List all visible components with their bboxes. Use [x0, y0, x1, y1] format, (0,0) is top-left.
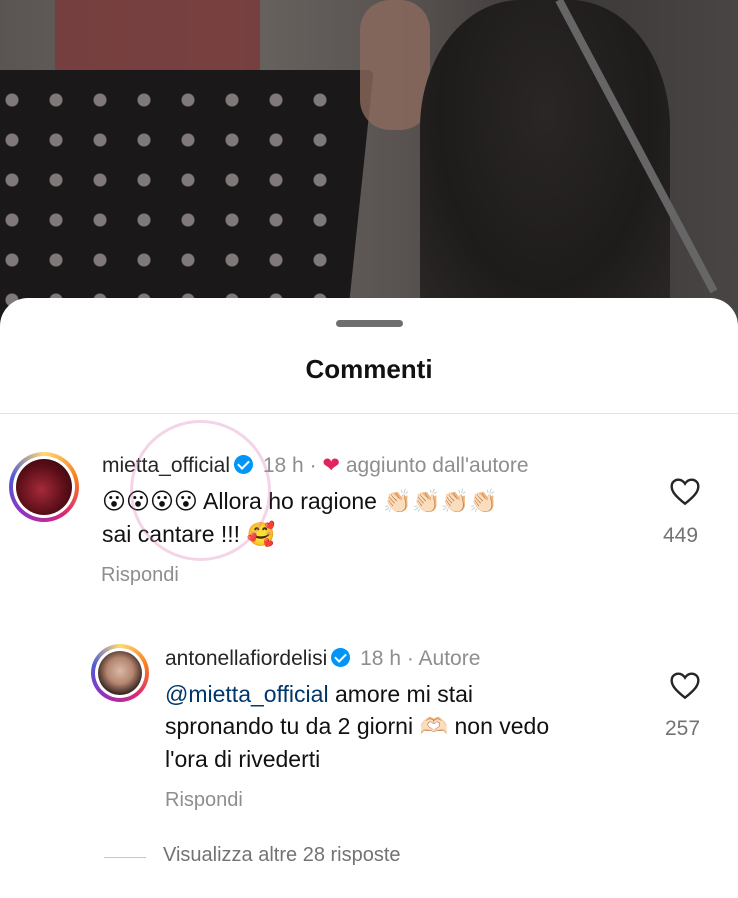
like-button[interactable]	[665, 476, 705, 506]
heart-icon	[670, 672, 700, 700]
replies-divider	[104, 857, 146, 858]
sheet-drag-handle[interactable]	[336, 320, 403, 327]
comment-text: @mietta_official amore mi stai spronando…	[165, 678, 645, 775]
music-stand-holes	[0, 80, 350, 310]
comment-meta: antonellafiordelisi 18 h · Autore	[165, 647, 481, 670]
avatar[interactable]	[91, 644, 149, 702]
reply-button[interactable]: Rispondi	[101, 564, 179, 587]
reply-button[interactable]: Rispondi	[165, 789, 243, 812]
comments-sheet: Commenti mietta_official 18 h · ❤ aggiun…	[0, 298, 738, 898]
heart-icon	[670, 478, 700, 506]
author-label: Autore	[418, 647, 481, 670]
divider	[0, 413, 738, 414]
view-more-replies-button[interactable]: Visualizza altre 28 risposte	[163, 844, 401, 867]
verified-icon	[331, 648, 351, 667]
background-photo	[0, 0, 738, 320]
comment-text-line3: l'ora di rivederti	[165, 746, 321, 772]
like-count: 257	[665, 717, 701, 740]
username-link[interactable]: antonellafiordelisi	[165, 647, 327, 670]
author-heart-icon: ❤	[322, 453, 341, 477]
photo-arm	[360, 0, 430, 130]
comment-text-line1: amore mi stai	[334, 681, 473, 707]
clap-emoji: 👏🏻👏🏻👏🏻👏🏻	[383, 489, 498, 515]
avatar[interactable]	[9, 452, 79, 522]
sheet-title: Commenti	[305, 354, 433, 384]
comment-time: 18 h	[360, 647, 401, 670]
comment-text-line2b: non vedo	[454, 713, 550, 739]
heart-hands-emoji: 🫶🏻	[419, 714, 449, 740]
comment-text-line2: spronando tu da 2 giorni	[165, 713, 414, 739]
like-button[interactable]	[665, 670, 705, 700]
watermark-stamp	[130, 420, 271, 561]
photo-person	[420, 0, 670, 320]
like-count: 449	[663, 524, 699, 547]
author-like-label: aggiunto dall'autore	[345, 454, 529, 477]
mention-link[interactable]: @mietta_official	[165, 681, 329, 707]
